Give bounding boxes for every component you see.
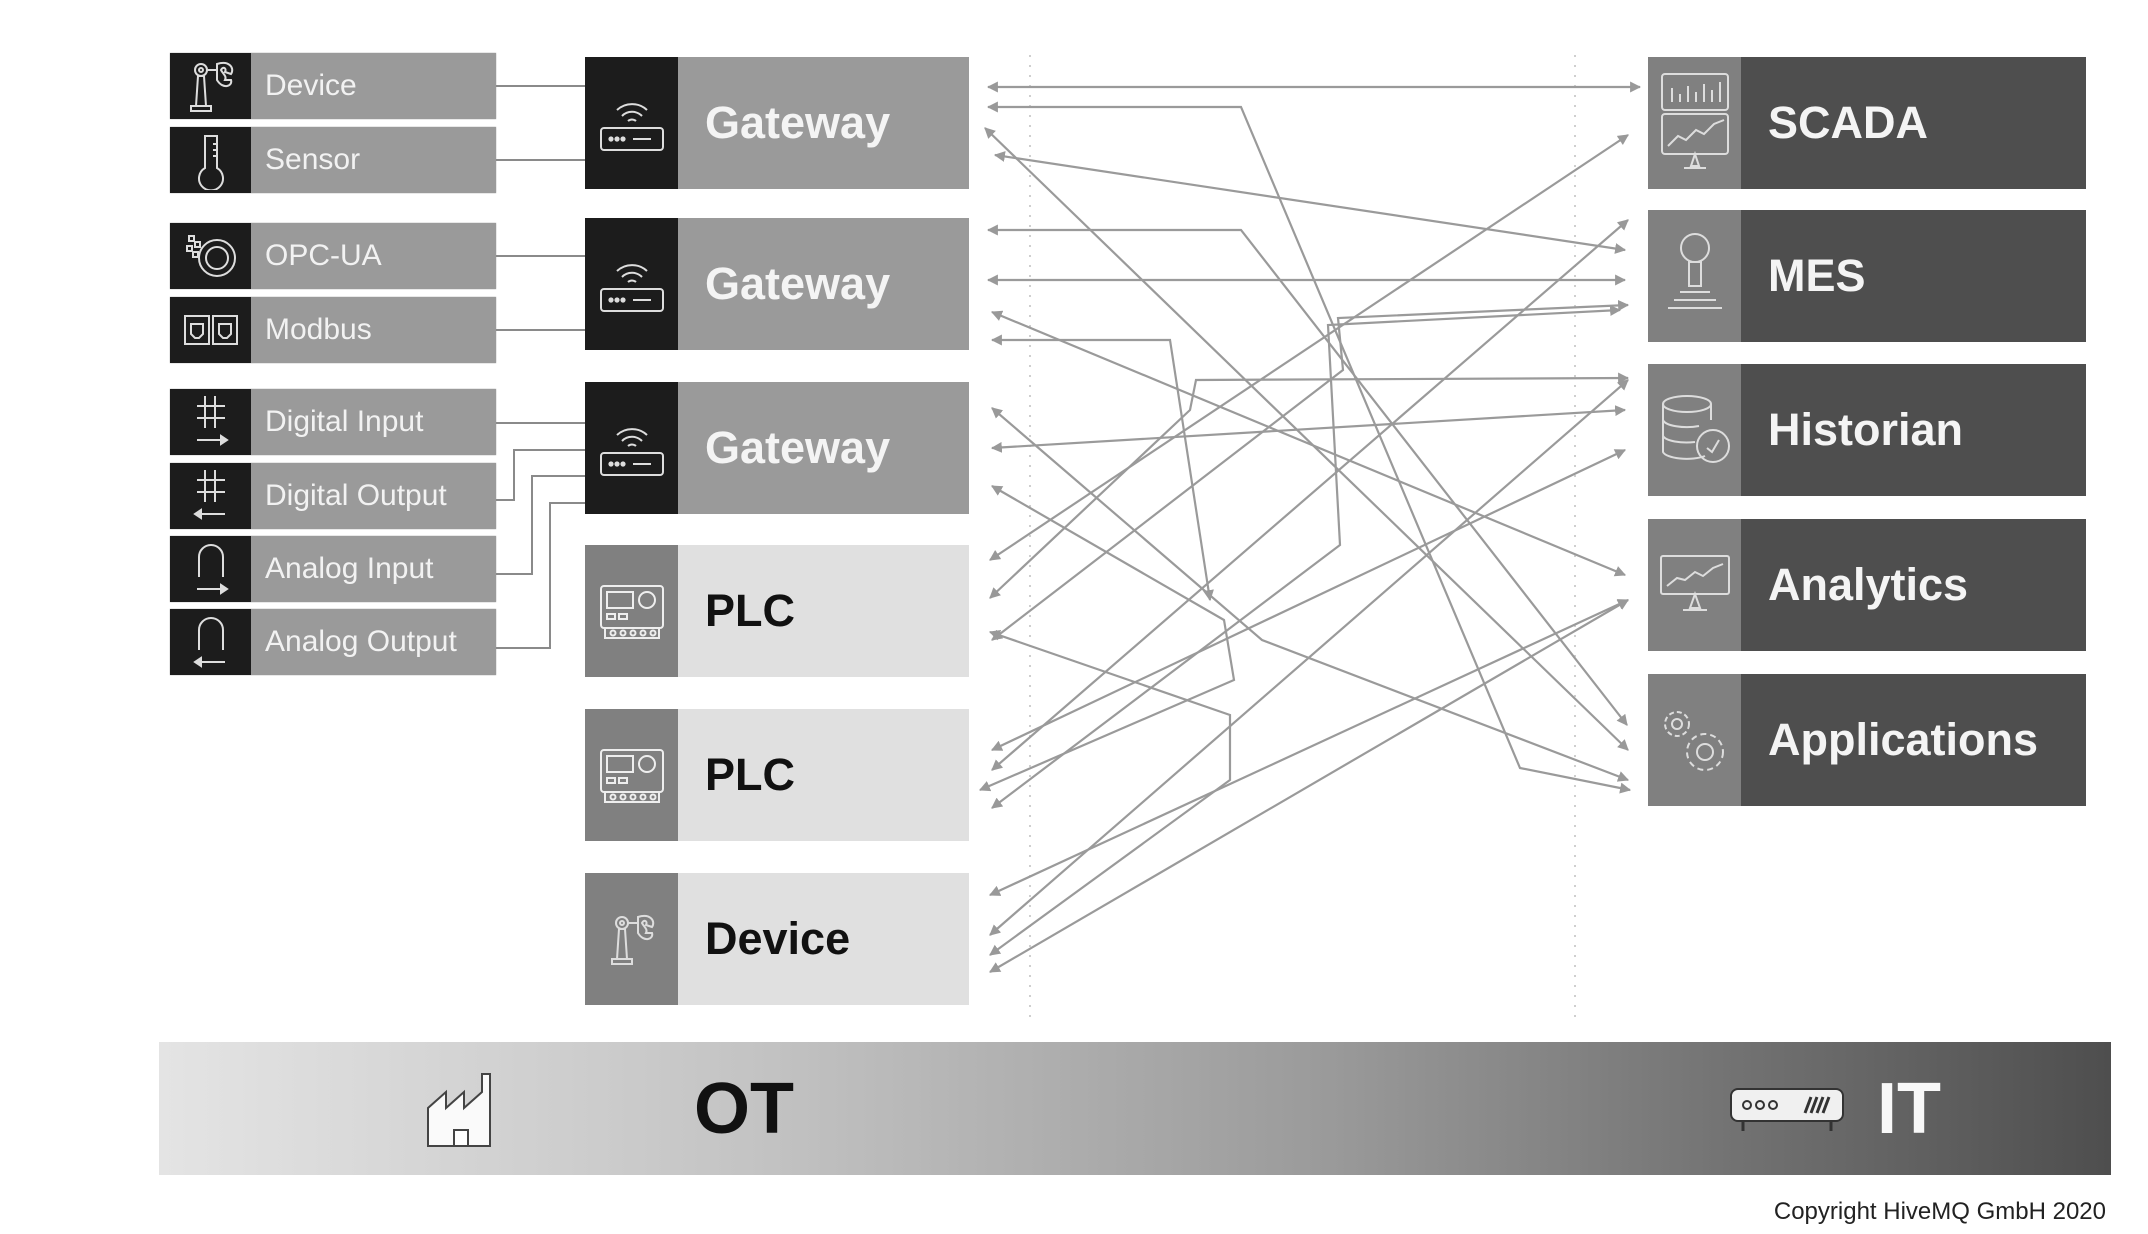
it-node-scada: SCADA bbox=[1648, 57, 2086, 189]
copyright: Copyright HiveMQ GmbH 2020 bbox=[1773, 1198, 2106, 1225]
source-label: Digital Output bbox=[265, 479, 447, 512]
source-label: Modbus bbox=[265, 313, 372, 346]
analog-input-icon bbox=[170, 536, 251, 602]
ot-node-label: Gateway bbox=[705, 422, 891, 473]
it-label: IT bbox=[1877, 1068, 1941, 1149]
connection-arrow bbox=[988, 630, 1232, 956]
it-node-label: Historian bbox=[1768, 404, 1964, 455]
ot-node-gateway: Gateway bbox=[585, 218, 969, 350]
ot-label: OT bbox=[694, 1068, 794, 1149]
gears-icon bbox=[1648, 674, 1741, 806]
arrows bbox=[978, 81, 1642, 973]
it-node-analytics: Analytics bbox=[1648, 519, 2086, 651]
connection-arrow bbox=[990, 310, 1627, 577]
analog-output-icon bbox=[170, 609, 251, 675]
it-node-mes: MES bbox=[1648, 210, 2086, 342]
ot-node-plc: PLC bbox=[585, 709, 969, 841]
source-digital-output: Digital Output bbox=[170, 463, 496, 529]
router-icon bbox=[585, 218, 678, 350]
ethernet-ports-icon bbox=[170, 297, 251, 363]
digital-output-icon bbox=[170, 463, 251, 529]
ot-node-gateway: Gateway bbox=[585, 382, 969, 514]
it-node-historian: Historian bbox=[1648, 364, 2086, 496]
connector-analog-input bbox=[496, 475, 585, 575]
ot-node-gateway: Gateway bbox=[585, 57, 969, 189]
it-node-label: MES bbox=[1768, 250, 1866, 301]
source-modbus: Modbus bbox=[170, 297, 496, 363]
router-icon bbox=[585, 382, 678, 514]
robot-arm-icon bbox=[585, 873, 678, 1005]
connection-arrow bbox=[986, 101, 1632, 794]
dashboard-monitor-icon bbox=[1648, 57, 1741, 189]
source-label: Analog Output bbox=[265, 625, 457, 658]
connection-arrow bbox=[989, 599, 1629, 973]
connection-arrow bbox=[990, 334, 1214, 602]
ot-it-banner: OT IT bbox=[159, 1042, 2111, 1175]
joystick-icon bbox=[1648, 210, 1741, 342]
connection-arrow bbox=[993, 151, 1627, 254]
source-analog-input: Analog Input bbox=[170, 536, 496, 602]
source-sensor: Sensor bbox=[170, 127, 496, 193]
source-digital-input: Digital Input bbox=[170, 389, 496, 455]
robot-arm-icon bbox=[170, 53, 251, 119]
connection-arrow bbox=[978, 485, 1236, 792]
source-label: Device bbox=[265, 69, 357, 102]
router-icon bbox=[585, 57, 678, 189]
connector-analog-output bbox=[496, 502, 585, 649]
source-connectors bbox=[496, 85, 585, 649]
server-icon bbox=[1730, 1088, 1844, 1131]
thermometer-icon bbox=[170, 127, 251, 193]
source-analog-output: Analog Output bbox=[170, 609, 496, 675]
chart-monitor-icon bbox=[1648, 519, 1741, 651]
ot-node-label: Gateway bbox=[705, 258, 891, 309]
source-label: OPC-UA bbox=[265, 239, 382, 272]
it-node-label: Applications bbox=[1768, 714, 2039, 765]
source-label: Sensor bbox=[265, 143, 361, 176]
ot-node-label: Device bbox=[705, 913, 851, 964]
ot-node-device: Device bbox=[585, 873, 969, 1005]
ot-node-label: PLC bbox=[705, 585, 795, 636]
it-node-label: Analytics bbox=[1768, 559, 1969, 610]
it-node-label: SCADA bbox=[1768, 97, 1929, 148]
plc-icon bbox=[585, 545, 678, 677]
source-opc-ua: OPC-UA bbox=[170, 223, 496, 289]
plc-icon bbox=[585, 709, 678, 841]
connection-arrow bbox=[991, 299, 1630, 641]
ot-node-label: Gateway bbox=[705, 97, 891, 148]
database-clock-icon bbox=[1648, 364, 1741, 496]
it-node-applications: Applications bbox=[1648, 674, 2086, 806]
source-label: Analog Input bbox=[265, 552, 434, 585]
connection-arrow bbox=[991, 305, 1622, 809]
factory-icon bbox=[427, 1073, 491, 1147]
ot-node-plc: PLC bbox=[585, 545, 969, 677]
ot-node-label: PLC bbox=[705, 749, 795, 800]
source-device: Device bbox=[170, 53, 496, 119]
opc-ua-icon bbox=[170, 223, 251, 289]
digital-input-icon bbox=[170, 389, 251, 455]
source-label: Digital Input bbox=[265, 405, 424, 438]
